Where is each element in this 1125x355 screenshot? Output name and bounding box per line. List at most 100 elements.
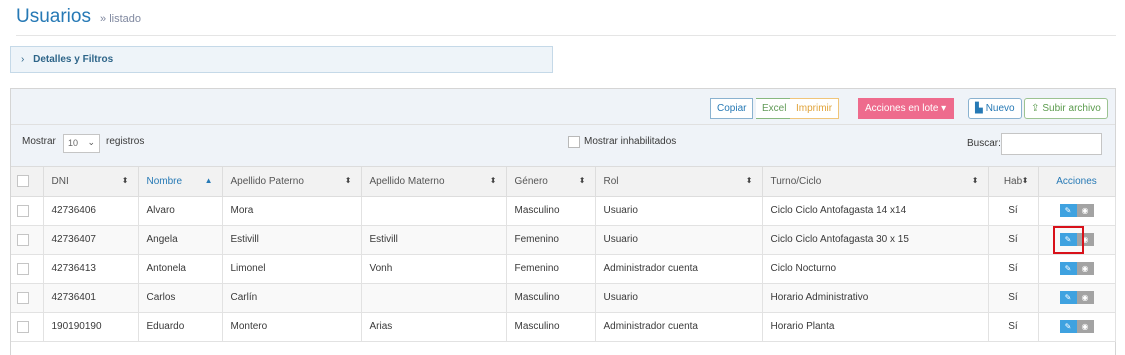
batch-actions-button[interactable]: Acciones en lote ▾ [858,98,954,119]
cell-turno-ciclo: Horario Administrativo [762,283,989,313]
cell-hab: Sí [988,225,1039,255]
cell-dni: 42736407 [43,225,139,255]
cell-nombre: Angela [138,225,223,255]
cell-actions: ✎ ◉ [1038,196,1116,226]
select-all-checkbox[interactable] [17,175,29,188]
file-icon: ▙ [975,103,983,114]
print-button[interactable]: Imprimir [790,98,840,119]
page-length-select[interactable]: 10 ⌄ [63,134,100,153]
new-button-label: Nuevo [985,103,1015,114]
col-nombre[interactable]: Nombre ▲ [138,167,223,197]
cell-rol: Usuario [595,225,763,255]
cell-dni: 42736406 [43,196,139,226]
row-checkbox[interactable] [17,204,29,217]
chevron-right-icon: › [21,54,25,65]
cell-hab: Sí [988,254,1039,284]
filters-label: Detalles y Filtros [33,54,114,65]
sort-icon: ⬍ [578,176,586,185]
cell-turno-ciclo: Ciclo Ciclo Antofagasta 30 x 15 [762,225,989,255]
eye-icon[interactable]: ◉ [1076,233,1094,246]
table-toolbar: Copiar Excel Imprimir Acciones en lote ▾… [11,89,1115,125]
search-input[interactable] [1001,133,1102,155]
cell-apellido-paterno: Carlín [222,283,362,313]
cell-hab: Sí [988,312,1039,342]
page-header: Usuarios » listado [16,6,1116,36]
row-checkbox[interactable] [17,233,29,246]
cell-apellido-paterno: Montero [222,312,362,342]
eye-icon[interactable]: ◉ [1076,291,1094,304]
filters-toggle[interactable]: › Detalles y Filtros [10,46,553,73]
col-hab[interactable]: Hab ⬍ [988,167,1039,197]
sort-asc-icon: ▲ [204,176,213,185]
table-filter-bar: Mostrar 10 ⌄ registros Mostrar inhabilit… [11,125,1115,167]
col-rol[interactable]: Rol ⬍ [595,167,763,197]
cell-genero: Masculino [506,283,596,313]
cell-genero: Masculino [506,196,596,226]
users-table-panel: Copiar Excel Imprimir Acciones en lote ▾… [10,88,1116,355]
cell-actions: ✎ ◉ [1038,225,1116,255]
table-row: 42736407 Angela Estivill Estivill Femeni… [11,225,1116,255]
sort-icon: ⬍ [745,176,753,185]
table-header-row: DNI ⬍ Nombre ▲ Apellido Paterno ⬍ Apellido … [11,167,1116,197]
cell-turno-ciclo: Ciclo Ciclo Antofagasta 14 x14 [762,196,989,226]
cell-genero: Femenino [506,254,596,284]
col-turno-ciclo[interactable]: Turno/Ciclo ⬍ [762,167,989,197]
cell-hab: Sí [988,196,1039,226]
eye-icon[interactable]: ◉ [1076,204,1094,217]
cell-actions: ✎ ◉ [1038,283,1116,313]
cell-genero: Masculino [506,312,596,342]
chevron-down-icon: ⌄ [87,137,95,147]
table-row: 190190190 Eduardo Montero Arias Masculin… [11,312,1116,342]
cell-apellido-paterno: Mora [222,196,362,226]
page-subtitle: » listado [100,13,142,25]
show-disabled-label: Mostrar inhabilitados [584,136,677,147]
page-title: Usuarios [16,6,91,27]
show-disabled-checkbox[interactable] [568,136,580,148]
upload-file-button[interactable]: ⇪ Subir archivo [1024,98,1108,119]
table-row: 42736401 Carlos Carlín Masculino Usuario… [11,283,1116,313]
table-row: 42736406 Alvaro Mora Masculino Usuario C… [11,196,1116,226]
eye-icon[interactable]: ◉ [1076,320,1094,333]
col-apellido-paterno[interactable]: Apellido Paterno ⬍ [222,167,362,197]
excel-button[interactable]: Excel [756,98,794,119]
cell-apellido-materno [361,196,507,226]
cell-nombre: Carlos [138,283,223,313]
cell-actions: ✎ ◉ [1038,254,1116,284]
row-checkbox[interactable] [17,262,29,275]
edit-icon[interactable]: ✎ [1059,262,1077,275]
row-checkbox[interactable] [17,291,29,304]
sort-icon: ⬍ [344,176,352,185]
cell-rol: Usuario [595,283,763,313]
cell-dni: 190190190 [43,312,139,342]
edit-icon[interactable]: ✎ [1059,320,1077,333]
col-acciones: Acciones [1038,167,1116,197]
new-button[interactable]: ▙ Nuevo [968,98,1022,119]
sort-icon: ⬍ [1021,176,1029,185]
row-checkbox[interactable] [17,320,29,333]
cell-rol: Usuario [595,196,763,226]
cell-apellido-materno: Estivill [361,225,507,255]
edit-icon[interactable]: ✎ [1059,204,1077,217]
col-apellido-materno[interactable]: Apellido Materno ⬍ [361,167,507,197]
cell-apellido-materno: Vonh [361,254,507,284]
table-row: 42736413 Antonela Limonel Vonh Femenino … [11,254,1116,284]
select-all-cell [11,167,44,197]
cell-actions: ✎ ◉ [1038,312,1116,342]
col-dni[interactable]: DNI ⬍ [43,167,139,197]
cell-nombre: Alvaro [138,196,223,226]
records-label: registros [106,136,145,147]
copy-button[interactable]: Copiar [710,98,754,119]
col-genero[interactable]: Género ⬍ [506,167,596,197]
sort-icon: ⬍ [489,176,497,185]
cell-apellido-materno: Arias [361,312,507,342]
cell-dni: 42736413 [43,254,139,284]
edit-icon[interactable]: ✎ [1059,233,1077,246]
eye-icon[interactable]: ◉ [1076,262,1094,275]
upload-icon: ⇪ [1031,103,1040,114]
cell-genero: Femenino [506,225,596,255]
edit-icon[interactable]: ✎ [1059,291,1077,304]
cell-rol: Administrador cuenta [595,254,763,284]
cell-dni: 42736401 [43,283,139,313]
sort-icon: ⬍ [121,176,129,185]
cell-turno-ciclo: Horario Planta [762,312,989,342]
